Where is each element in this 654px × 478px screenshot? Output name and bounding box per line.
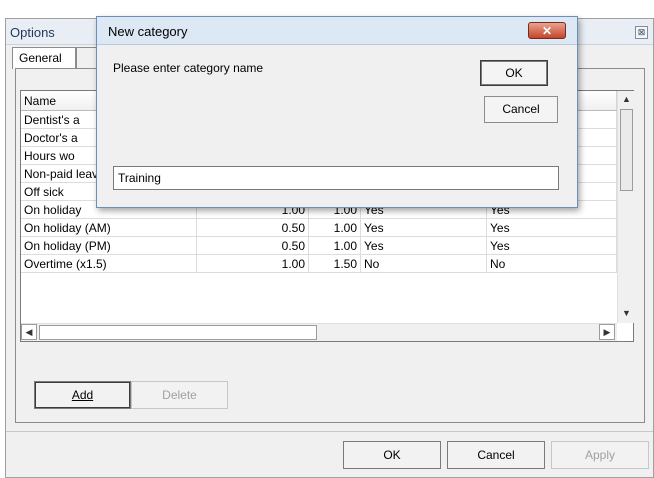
horizontal-scrollbar[interactable]: ◀ ▶ [21, 323, 617, 341]
table-cell: 1.00 [197, 255, 309, 273]
table-cell: Yes [487, 219, 617, 237]
add-button-label: Add [71, 388, 94, 402]
table-cell: On holiday (PM) [21, 237, 197, 255]
add-button[interactable]: Add [34, 381, 131, 409]
footer-divider [6, 431, 653, 432]
new-category-ok-label: OK [505, 66, 523, 80]
table-row[interactable]: On holiday (AM) 0.50 1.00 Yes Yes [21, 219, 617, 237]
new-category-prompt: Please enter category name [113, 61, 264, 75]
horizontal-scroll-thumb[interactable] [39, 325, 317, 340]
close-icon[interactable]: ✕ [528, 22, 566, 39]
cancel-button[interactable]: Cancel [447, 441, 545, 469]
table-cell: On holiday (AM) [21, 219, 197, 237]
table-cell: 0.50 [197, 219, 309, 237]
new-category-title-bar[interactable]: New category ✕ [97, 17, 577, 45]
column-header-name-label: Name [24, 94, 57, 108]
delete-button: Delete [131, 381, 228, 409]
tab-general-label: General [19, 51, 62, 65]
new-category-title: New category [108, 24, 188, 39]
table-cell: 1.00 [309, 237, 361, 255]
cancel-button-label: Cancel [477, 448, 515, 462]
scroll-up-icon[interactable]: ▲ [618, 91, 635, 108]
ok-button-label: OK [383, 448, 401, 462]
table-cell: 1.50 [309, 255, 361, 273]
table-row[interactable]: On holiday (PM) 0.50 1.00 Yes Yes [21, 237, 617, 255]
delete-button-label: Delete [162, 388, 197, 402]
options-title: Options [10, 25, 55, 40]
new-category-cancel-button[interactable]: Cancel [484, 96, 558, 123]
table-cell: 0.50 [197, 237, 309, 255]
scroll-down-icon[interactable]: ▼ [618, 305, 635, 322]
tab-general[interactable]: General [12, 47, 76, 69]
table-cell: No [487, 255, 617, 273]
table-cell: Yes [361, 219, 487, 237]
table-cell: Overtime (x1.5) [21, 255, 197, 273]
new-category-cancel-label: Cancel [502, 102, 540, 116]
table-cell: Yes [361, 237, 487, 255]
table-cell: No [361, 255, 487, 273]
apply-button-label: Apply [584, 448, 616, 462]
category-name-input[interactable] [113, 166, 559, 190]
new-category-dialog: New category ✕ Please enter category nam… [96, 16, 578, 208]
vertical-scrollbar[interactable]: ▲ ▼ [617, 91, 634, 323]
options-close-icon[interactable]: ⊠ [635, 26, 648, 39]
new-category-ok-button[interactable]: OK [480, 60, 548, 86]
table-cell: Yes [487, 237, 617, 255]
apply-button: Apply [551, 441, 649, 469]
vertical-scroll-thumb[interactable] [620, 109, 633, 191]
tab-second[interactable] [76, 47, 98, 69]
table-cell: 1.00 [309, 219, 361, 237]
scroll-left-icon[interactable]: ◀ [21, 324, 37, 340]
table-row[interactable]: Overtime (x1.5) 1.00 1.50 No No [21, 255, 617, 273]
ok-button[interactable]: OK [343, 441, 441, 469]
scroll-right-icon[interactable]: ▶ [599, 324, 615, 340]
